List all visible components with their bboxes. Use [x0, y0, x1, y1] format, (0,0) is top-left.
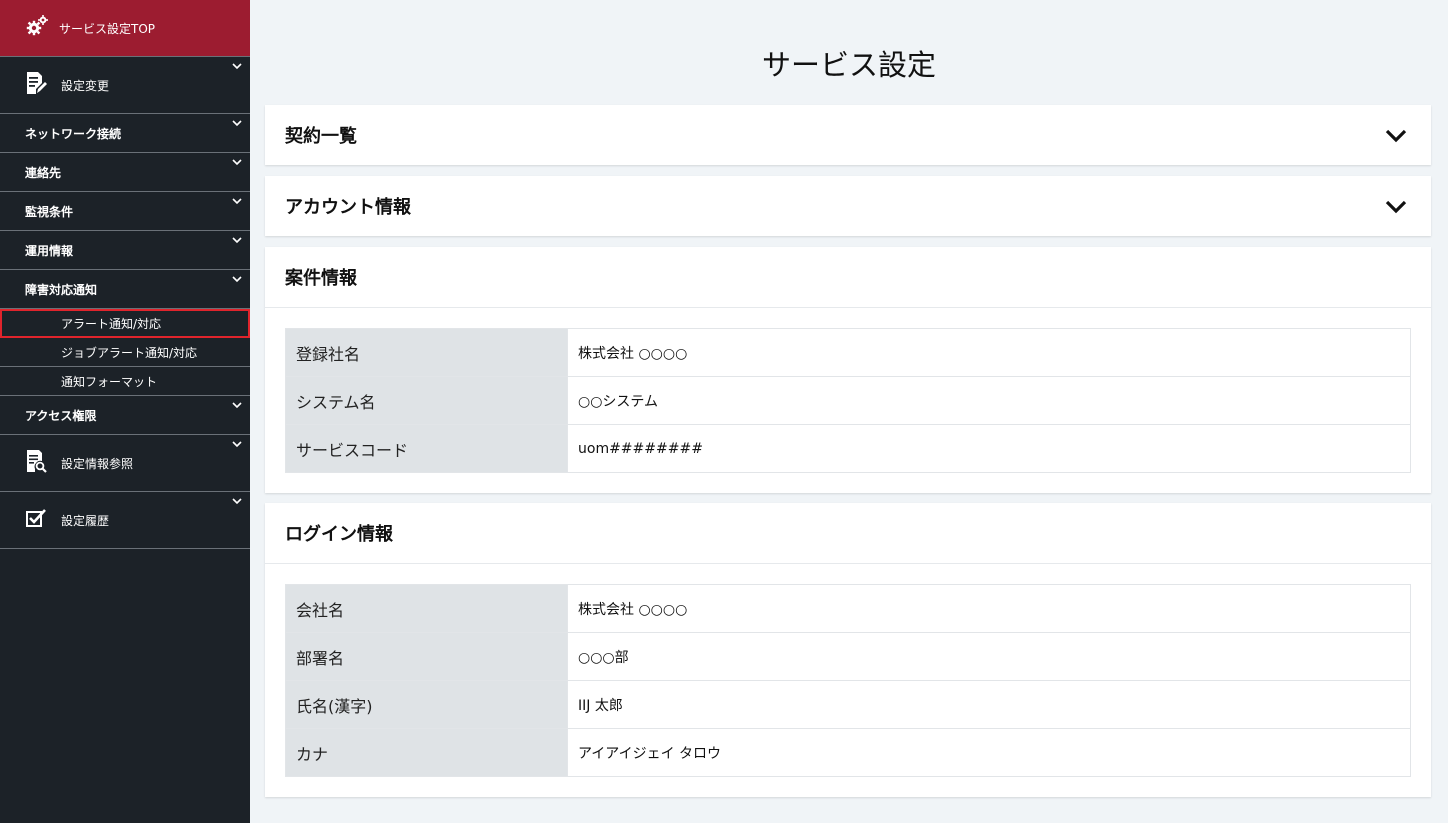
sidebar-item-label: アクセス権限 — [25, 408, 97, 423]
chevron-down-icon — [232, 441, 242, 448]
panel-title: ログイン情報 — [285, 524, 393, 545]
checkbox-icon — [25, 507, 47, 533]
chevron-down-icon — [232, 63, 242, 70]
login-info-panel-header: ログイン情報 — [265, 503, 1431, 563]
panel-title: 案件情報 — [285, 268, 357, 289]
login-info-panel: ログイン情報 会社名 株式会社 ○○○○ 部署名 ○○○部 氏名(漢字) IIJ… — [265, 503, 1431, 797]
sidebar-item-monitoring[interactable]: 監視条件 — [0, 192, 250, 231]
case-info-panel-body: 登録社名 株式会社 ○○○○ システム名 ○○システム サービスコード uom#… — [265, 307, 1431, 493]
chevron-down-icon — [232, 402, 242, 409]
table-row: カナ アイアイジェイ タロウ — [285, 728, 1411, 777]
chevron-down-icon — [232, 198, 242, 205]
row-value: uom######## — [567, 424, 1411, 473]
sidebar-submenu: アラート通知/対応 ジョブアラート通知/対応 通知フォーマット — [0, 309, 250, 396]
login-info-panel-body: 会社名 株式会社 ○○○○ 部署名 ○○○部 氏名(漢字) IIJ 太郎 カナ … — [265, 563, 1431, 797]
sidebar-item-label: 設定情報参照 — [61, 456, 134, 471]
row-value: ○○システム — [567, 376, 1411, 425]
table-row: 氏名(漢字) IIJ 太郎 — [285, 680, 1411, 729]
sidebar-item-label: サービス設定TOP — [59, 21, 156, 36]
chevron-down-icon — [232, 120, 242, 127]
row-label: 氏名(漢字) — [285, 680, 568, 729]
sidebar-item-label: ネットワーク接続 — [25, 126, 122, 141]
chevron-down-icon — [232, 237, 242, 244]
sidebar-item-settings-reference[interactable]: 設定情報参照 — [0, 435, 250, 492]
sidebar-subitem-job-alert-notify[interactable]: ジョブアラート通知/対応 — [0, 338, 250, 367]
row-label: 登録社名 — [285, 328, 568, 377]
sidebar-item-settings-history[interactable]: 設定履歴 — [0, 492, 250, 549]
sidebar-item-label: 監視条件 — [25, 204, 74, 219]
sidebar-item-label: 設定履歴 — [61, 513, 110, 528]
account-panel: アカウント情報 — [265, 176, 1431, 236]
row-value: ○○○部 — [567, 632, 1411, 681]
sidebar-item-label: 連絡先 — [25, 165, 62, 180]
sidebar-item-network[interactable]: ネットワーク接続 — [0, 114, 250, 153]
row-label: 会社名 — [285, 584, 568, 633]
panel-title: アカウント情報 — [285, 197, 411, 218]
edit-document-icon — [25, 71, 47, 99]
sidebar-item-access-rights[interactable]: アクセス権限 — [0, 396, 250, 435]
sidebar-item-label: 障害対応通知 — [25, 282, 98, 297]
row-label: カナ — [285, 728, 568, 777]
gears-icon — [25, 14, 49, 42]
chevron-down-icon — [232, 276, 242, 283]
table-row: 部署名 ○○○部 — [285, 632, 1411, 681]
login-info-table: 会社名 株式会社 ○○○○ 部署名 ○○○部 氏名(漢字) IIJ 太郎 カナ … — [285, 584, 1411, 777]
document-search-icon — [25, 449, 47, 477]
sidebar-item-service-top[interactable]: サービス設定TOP — [0, 0, 250, 57]
chevron-down-icon — [232, 159, 242, 166]
row-label: システム名 — [285, 376, 568, 425]
row-value: アイアイジェイ タロウ — [567, 728, 1411, 777]
page-title: サービス設定 — [761, 48, 936, 82]
sidebar-item-incident-notify[interactable]: 障害対応通知 — [0, 270, 250, 309]
sidebar-item-contacts[interactable]: 連絡先 — [0, 153, 250, 192]
sidebar-item-label: 運用情報 — [25, 243, 74, 258]
table-row: サービスコード uom######## — [285, 424, 1411, 473]
table-row: 登録社名 株式会社 ○○○○ — [285, 328, 1411, 377]
sidebar-item-settings-change[interactable]: 設定変更 — [0, 57, 250, 114]
row-value: IIJ 太郎 — [567, 680, 1411, 729]
sidebar-item-label: 設定変更 — [61, 78, 110, 93]
row-value: 株式会社 ○○○○ — [567, 584, 1411, 633]
row-label: サービスコード — [285, 424, 568, 473]
sidebar-subitem-alert-notify[interactable]: アラート通知/対応 — [0, 309, 250, 338]
chevron-down-icon — [1385, 200, 1407, 214]
main-content: サービス設定 契約一覧 アカウント情報 案件情報 登録社名 株式会社 ○○○○ … — [250, 0, 1448, 823]
panel-title: 契約一覧 — [285, 126, 357, 147]
chevron-down-icon — [232, 498, 242, 505]
row-value: 株式会社 ○○○○ — [567, 328, 1411, 377]
table-row: システム名 ○○システム — [285, 376, 1411, 425]
contracts-panel-header[interactable]: 契約一覧 — [265, 105, 1431, 165]
row-label: 部署名 — [285, 632, 568, 681]
case-info-panel-header: 案件情報 — [265, 247, 1431, 307]
sidebar-item-operations[interactable]: 運用情報 — [0, 231, 250, 270]
contracts-panel: 契約一覧 — [265, 105, 1431, 165]
case-info-panel: 案件情報 登録社名 株式会社 ○○○○ システム名 ○○システム サービスコード… — [265, 247, 1431, 493]
case-info-table: 登録社名 株式会社 ○○○○ システム名 ○○システム サービスコード uom#… — [285, 328, 1411, 473]
sidebar-subitem-notify-format[interactable]: 通知フォーマット — [0, 367, 250, 396]
sidebar: サービス設定TOP 設定変更 ネットワーク接続 連絡先 監視条件 運用情報 障害 — [0, 0, 250, 823]
chevron-down-icon — [1385, 129, 1407, 143]
account-panel-header[interactable]: アカウント情報 — [265, 176, 1431, 236]
table-row: 会社名 株式会社 ○○○○ — [285, 584, 1411, 633]
